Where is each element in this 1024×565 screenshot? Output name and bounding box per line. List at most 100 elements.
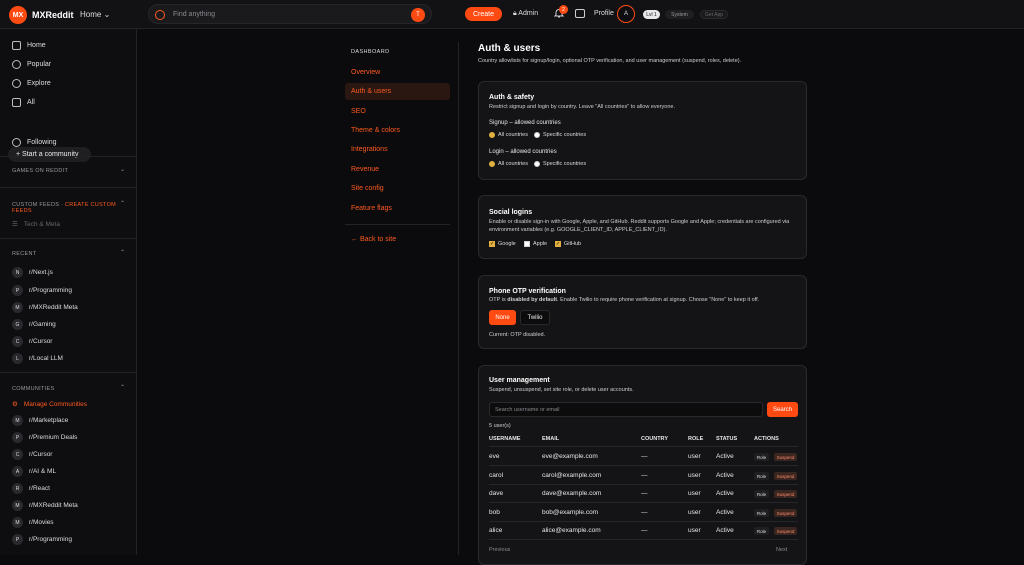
settings-nav-revenue[interactable]: Revenue: [345, 161, 450, 178]
top-bar: MX MXReddit Home ⌄ Find anything T Creat…: [0, 0, 1024, 29]
user-search-input[interactable]: Search username or email: [489, 402, 763, 417]
community-name: r/React: [29, 485, 50, 492]
admin-link[interactable]: 🔒︎ Admin: [513, 10, 538, 18]
list-item[interactable]: Mr/MXReddit Meta: [12, 500, 78, 511]
list-item[interactable]: Nr/Next.js: [12, 267, 53, 278]
home-icon: [12, 41, 21, 50]
back-to-site-link[interactable]: ← Back to site: [345, 231, 450, 248]
radio-icon: [534, 132, 540, 138]
user-search-button[interactable]: Search: [767, 402, 798, 417]
custom-feeds-header[interactable]: CUSTOM FEEDS · CREATE CUSTOM FEEDS: [12, 202, 136, 214]
custom-feed-item[interactable]: ☰ Tech & Meta: [12, 220, 60, 229]
community-name: r/Programming: [29, 536, 72, 543]
search-assist-button[interactable]: T: [411, 8, 425, 22]
community-avatar: P: [12, 285, 23, 296]
cell-status: Active: [716, 509, 734, 516]
suspend-button[interactable]: Suspend: [774, 509, 797, 517]
sidebar-item-popular[interactable]: Popular: [12, 60, 51, 69]
list-item[interactable]: Gr/Gaming: [12, 319, 56, 330]
list-item[interactable]: Pr/Programming: [12, 534, 72, 545]
role-button[interactable]: Role: [754, 509, 769, 517]
radio-label: All countries: [498, 161, 528, 167]
community-name: r/Next.js: [29, 269, 53, 276]
role-button[interactable]: Role: [754, 472, 769, 480]
communities-header[interactable]: COMMUNITIES: [12, 386, 54, 392]
list-item[interactable]: Cr/Cursor: [12, 336, 52, 347]
profile-label[interactable]: Profile: [594, 10, 614, 17]
chevron-down-icon[interactable]: ⌄: [120, 166, 125, 173]
next-page-button[interactable]: Next: [776, 546, 806, 554]
role-button[interactable]: Role: [754, 490, 769, 498]
level-pill[interactable]: Lvl 1: [643, 10, 660, 19]
list-item[interactable]: Cr/Cursor: [12, 449, 52, 460]
otp-none-button[interactable]: None: [489, 310, 516, 325]
sidebar-item-all[interactable]: All: [12, 98, 35, 107]
sidebar-item-label: Explore: [27, 80, 51, 87]
list-item[interactable]: Mr/Movies: [12, 517, 54, 528]
chat-icon[interactable]: [575, 9, 585, 18]
cell-email: carol@example.com: [542, 472, 602, 479]
settings-nav-overview[interactable]: Overview: [345, 64, 450, 81]
login-countries-label: Login – allowed countries: [489, 149, 557, 155]
compass-icon: [12, 79, 21, 88]
lock-icon: 🔒︎: [513, 10, 517, 17]
notification-badge: 2: [559, 5, 568, 14]
list-item[interactable]: Ar/AI & ML: [12, 466, 56, 477]
divider: [0, 238, 136, 239]
cell-status: Active: [716, 472, 734, 479]
google-checkbox[interactable]: ✓ Google: [489, 241, 516, 247]
list-item[interactable]: Rr/React: [12, 483, 50, 494]
suspend-button[interactable]: Suspend: [774, 527, 797, 535]
settings-nav-seo[interactable]: SEO: [345, 103, 450, 120]
settings-nav-site-config[interactable]: Site config: [345, 180, 450, 197]
settings-nav-integrations[interactable]: Integrations: [345, 141, 450, 158]
suspend-button[interactable]: Suspend: [774, 490, 797, 498]
sidebar-item-home[interactable]: Home: [12, 41, 46, 50]
apple-checkbox[interactable]: Apple: [524, 241, 547, 247]
login-specific-radio[interactable]: Specific countries: [534, 161, 586, 167]
list-item[interactable]: Mr/MXReddit Meta: [12, 302, 78, 313]
role-button[interactable]: Role: [754, 527, 769, 535]
sidebar-item-explore[interactable]: Explore: [12, 79, 51, 88]
avatar[interactable]: A: [617, 5, 635, 23]
manage-communities-link[interactable]: ⚙ Manage Communities: [12, 400, 87, 409]
theme-pill[interactable]: System: [665, 10, 694, 19]
suspend-button[interactable]: Suspend: [774, 453, 797, 461]
divider: [489, 465, 798, 466]
search-placeholder: Find anything: [173, 11, 216, 18]
settings-nav-auth-users[interactable]: Auth & users: [345, 83, 450, 100]
role-button[interactable]: Role: [754, 453, 769, 461]
sidebar-item-following[interactable]: Following: [12, 138, 57, 147]
signup-specific-radio[interactable]: Specific countries: [534, 132, 586, 138]
list-item[interactable]: Pr/Premium Deals: [12, 432, 77, 443]
community-avatar: G: [12, 319, 23, 330]
signup-all-radio[interactable]: All countries: [489, 132, 528, 138]
home-select[interactable]: Home ⌄: [80, 10, 110, 19]
chevron-up-icon[interactable]: ⌃: [120, 384, 125, 391]
list-item[interactable]: Mr/Marketplace: [12, 415, 68, 426]
chevron-up-icon[interactable]: ⌃: [120, 200, 125, 207]
github-checkbox[interactable]: ✓ GitHub: [555, 241, 581, 247]
list-item[interactable]: Lr/Local LLM: [12, 353, 63, 364]
chevron-up-icon[interactable]: ⌃: [120, 249, 125, 256]
page-description: Country allowlists for signup/login, opt…: [478, 58, 742, 64]
column-header: USERNAME: [489, 436, 521, 442]
create-button[interactable]: Create: [465, 7, 502, 21]
cell-country: —: [641, 472, 648, 479]
login-all-radio[interactable]: All countries: [489, 161, 528, 167]
get-app-pill[interactable]: Get App: [700, 10, 728, 19]
list-item[interactable]: Pr/Programming: [12, 285, 72, 296]
logo[interactable]: MX: [9, 6, 27, 24]
settings-nav-theme[interactable]: Theme & colors: [345, 122, 450, 139]
search-bar[interactable]: Find anything T: [148, 4, 432, 24]
community-avatar: M: [12, 415, 23, 426]
suspend-button[interactable]: Suspend: [774, 472, 797, 480]
recent-header[interactable]: RECENT: [12, 251, 36, 257]
settings-nav-feature-flags[interactable]: Feature flags: [345, 200, 450, 217]
previous-page-button[interactable]: Previous: [489, 546, 549, 554]
otp-twilio-button[interactable]: Twilio: [520, 310, 550, 325]
games-header[interactable]: GAMES ON REDDIT: [12, 168, 68, 174]
brand-name[interactable]: MXReddit: [32, 10, 74, 20]
column-header: ROLE: [688, 436, 704, 442]
start-community-button[interactable]: + Start a community: [8, 147, 91, 162]
